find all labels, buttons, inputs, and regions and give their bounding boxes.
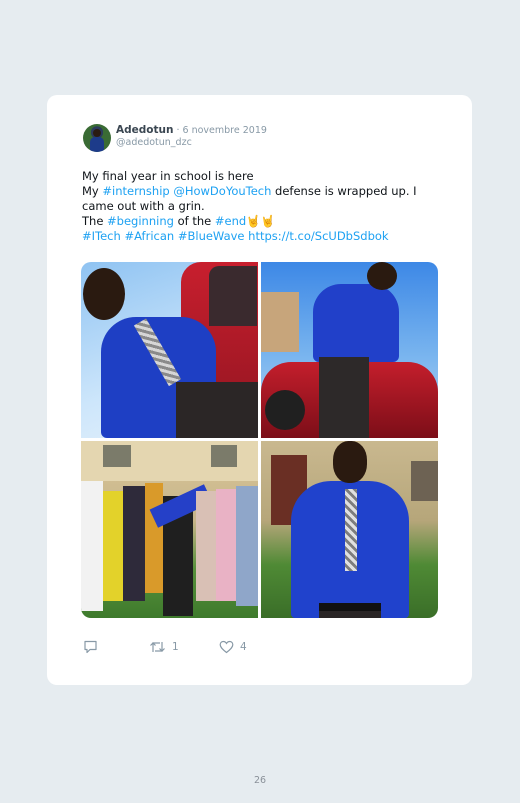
person-shape	[123, 486, 145, 601]
text-segment: The	[82, 214, 108, 228]
hashtag-bluewave[interactable]: #BlueWave	[178, 229, 245, 243]
photo-1[interactable]	[81, 262, 258, 438]
person-head-shape	[333, 441, 367, 483]
text-segment: My	[82, 184, 103, 198]
building-shape	[261, 292, 299, 352]
person-shape	[236, 486, 258, 606]
author-line: Adedotun · 6 novembre 2019	[116, 124, 267, 136]
photo-grid	[81, 262, 438, 618]
avatar-body	[90, 137, 104, 152]
person-shape	[216, 489, 236, 601]
person-head-shape	[367, 262, 397, 290]
photo-3[interactable]	[81, 441, 258, 618]
person-shape	[103, 491, 123, 601]
belt-shape	[319, 603, 381, 611]
rock-on-emoji: 🤘🤘	[246, 214, 275, 228]
reply-action[interactable]	[83, 640, 98, 654]
trousers-shape	[176, 382, 258, 438]
page-number: 26	[253, 775, 267, 786]
author-name[interactable]: Adedotun	[116, 124, 173, 136]
hashtag-itech[interactable]: #ITech	[82, 229, 121, 243]
car-window-shape	[209, 266, 257, 326]
tweet-actions: 1 4	[83, 640, 403, 656]
window-shape	[211, 445, 237, 467]
person-shirt-shape	[313, 284, 399, 362]
photo-4[interactable]	[261, 441, 438, 618]
car-wheel-shape	[265, 390, 305, 430]
tweet-text: My final year in school is here My #inte…	[82, 169, 442, 244]
trousers-shape	[319, 611, 381, 618]
person-shape	[196, 491, 216, 601]
hashtag-african[interactable]: #African	[124, 229, 174, 243]
avatar-head	[93, 129, 101, 137]
photo-2[interactable]	[261, 262, 438, 438]
mention-howdoyoutech[interactable]: @HowDoYouTech	[173, 184, 271, 198]
person-shape	[145, 483, 163, 593]
trousers-shape	[319, 357, 369, 438]
tweet-line-3: The #beginning of the #end🤘🤘	[82, 214, 442, 229]
window-shape	[103, 445, 131, 467]
person-shape	[81, 481, 103, 611]
person-head-shape	[83, 268, 125, 320]
heart-icon[interactable]	[219, 640, 234, 654]
tweet-url[interactable]: https://t.co/ScUDbSdbok	[248, 229, 388, 243]
tweet-card: Adedotun · 6 novembre 2019 @adedotun_dzc…	[47, 95, 472, 685]
author-handle[interactable]: @adedotun_dzc	[116, 137, 192, 148]
like-action[interactable]: 4	[219, 640, 247, 654]
tweet-line-2: My #internship @HowDoYouTech defense is …	[82, 184, 442, 214]
retweet-icon[interactable]	[149, 640, 166, 654]
hashtag-end[interactable]: #end	[215, 214, 246, 228]
like-count: 4	[240, 641, 247, 653]
hashtag-beginning[interactable]: #beginning	[107, 214, 174, 228]
retweet-action[interactable]: 1	[149, 640, 179, 654]
text-segment: of the	[173, 214, 215, 228]
tweet-line-4: #ITech #African #BlueWave https://t.co/S…	[82, 229, 442, 244]
hashtag-internship[interactable]: #internship	[102, 184, 169, 198]
retweet-count: 1	[172, 641, 179, 653]
avatar[interactable]	[83, 124, 111, 152]
tweet-line-1: My final year in school is here	[82, 169, 254, 183]
reply-icon[interactable]	[83, 640, 98, 654]
window-shape	[411, 461, 438, 501]
tweet-date[interactable]: · 6 novembre 2019	[173, 125, 266, 136]
tie-shape	[345, 489, 357, 571]
